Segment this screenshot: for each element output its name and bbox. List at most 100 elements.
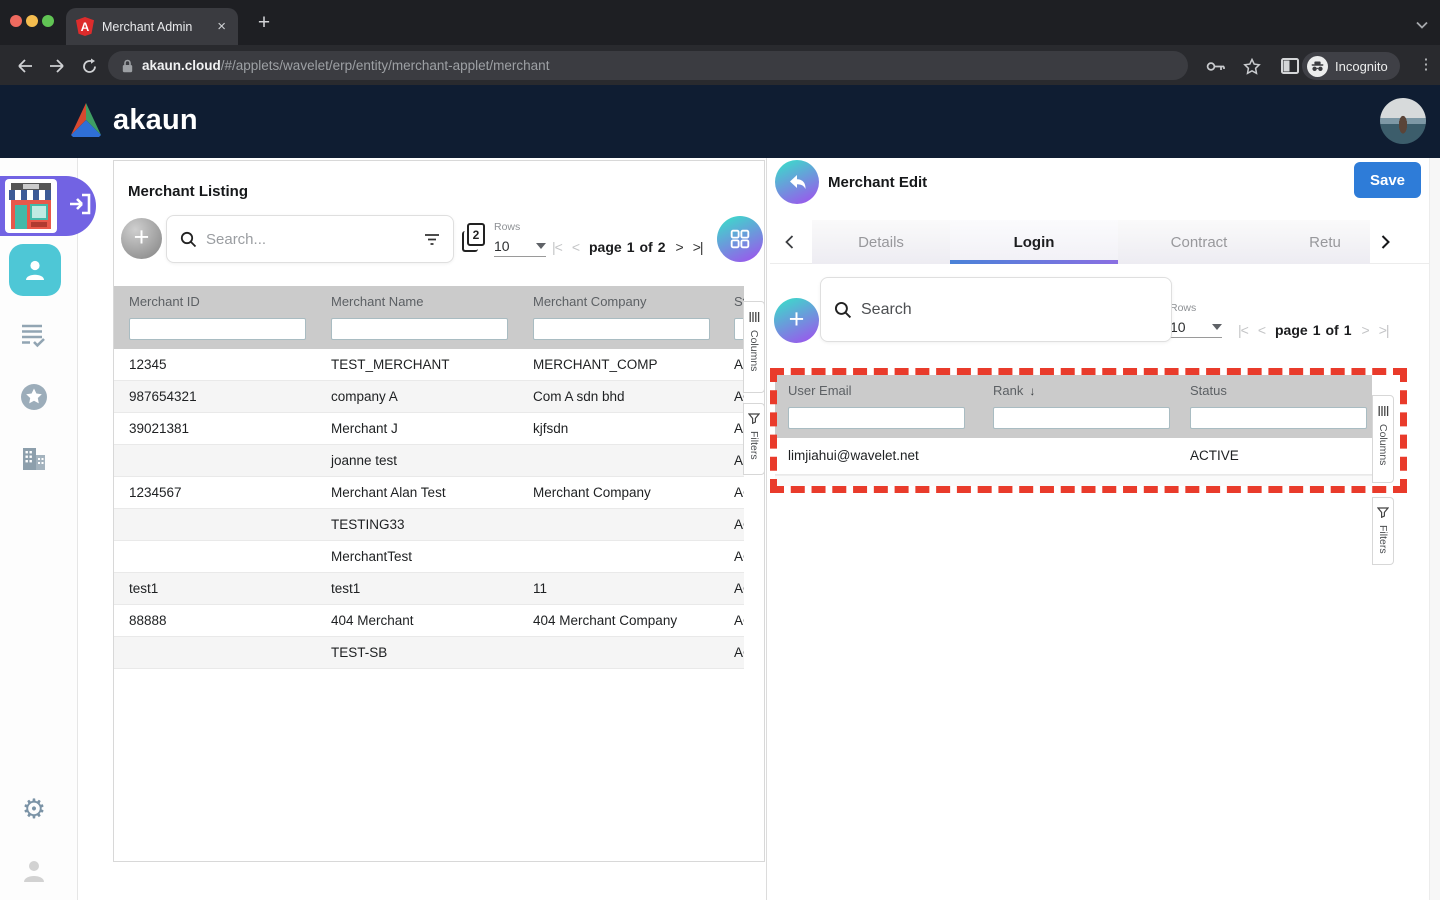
save-button[interactable]: Save: [1354, 162, 1421, 198]
gear-icon: ⚙: [22, 794, 46, 825]
login-table: User EmailRank↓Status limjiahui@wavelet.…: [775, 375, 1372, 486]
url-field[interactable]: akaun.cloud/#/applets/wavelet/erp/entity…: [108, 51, 1188, 80]
first-page-button[interactable]: |<: [552, 239, 562, 255]
table-cell: [518, 509, 719, 540]
rows-value[interactable]: 10: [494, 235, 546, 257]
filter-input-merchant-id[interactable]: [129, 318, 306, 340]
merchant-search-box[interactable]: Search...: [166, 215, 454, 263]
table-row[interactable]: 39021381Merchant JkjfsdnACTIVE: [114, 413, 744, 445]
forward-nav-icon[interactable]: [44, 53, 70, 79]
column-header-merchant-name[interactable]: Merchant Name: [316, 286, 518, 313]
sidebar-item-favorites[interactable]: [17, 380, 51, 414]
edit-tabs-row: DetailsLoginContractRetu: [770, 220, 1430, 264]
last-page-button[interactable]: >|: [693, 239, 703, 255]
columns-side-tab[interactable]: Columns: [743, 301, 765, 393]
filters-side-tab[interactable]: Filters: [1372, 497, 1394, 565]
filter-input-status[interactable]: [1190, 407, 1367, 429]
filter-input-user-email[interactable]: [788, 407, 965, 429]
tabs-scroll-left-icon[interactable]: [780, 233, 798, 251]
tab-title: Merchant Admin: [102, 20, 215, 34]
sidebar-item-merchant-applet[interactable]: [0, 176, 96, 236]
star-circle-icon: [19, 382, 49, 412]
rows-selector[interactable]: Rows 10: [1170, 302, 1222, 338]
rows-selector[interactable]: Rows 10: [494, 221, 546, 257]
tab-search-chevron-icon[interactable]: [1416, 16, 1428, 34]
add-merchant-button[interactable]: +: [121, 218, 162, 259]
table-row[interactable]: TEST-SBACTIVE: [114, 637, 744, 669]
page-scrollbar[interactable]: [1429, 158, 1440, 900]
table-cell: 12345: [114, 349, 316, 380]
sidebar-item-profile[interactable]: [17, 854, 51, 888]
next-page-button[interactable]: >: [1362, 322, 1369, 338]
table-row[interactable]: 1234567Merchant Alan TestMerchant Compan…: [114, 477, 744, 509]
table-row[interactable]: MerchantTestACTIVE: [114, 541, 744, 573]
sidebar-item-merchant[interactable]: [9, 244, 61, 296]
browser-menu-icon[interactable]: ⋮: [1418, 55, 1434, 73]
grid-view-button[interactable]: [717, 216, 763, 262]
table-row[interactable]: 987654321company ACom A sdn bhdACTIVE: [114, 381, 744, 413]
tabs-scroll-right-icon[interactable]: [1376, 233, 1394, 251]
table-row[interactable]: test1test111ACTIVE: [114, 573, 744, 605]
window-maximize-button[interactable]: [42, 15, 54, 27]
filter-input-rank[interactable]: [993, 407, 1170, 429]
sidebar-item-organization[interactable]: [17, 442, 51, 476]
bookmark-star-icon[interactable]: [1240, 54, 1264, 78]
table-row[interactable]: TESTING33ACTIVE: [114, 509, 744, 541]
back-button[interactable]: [775, 160, 819, 204]
filters-side-tab[interactable]: Filters: [743, 403, 765, 475]
table-cell: kjfsdn: [518, 413, 719, 444]
first-page-button[interactable]: |<: [1238, 322, 1248, 338]
filter-input-merchant-company[interactable]: [533, 318, 710, 340]
table-cell: 11: [518, 573, 719, 604]
login-search-box[interactable]: Search: [820, 277, 1172, 342]
browser-tab[interactable]: A Merchant Admin ×: [66, 8, 238, 45]
rows-value[interactable]: 10: [1170, 316, 1222, 338]
last-page-button[interactable]: >|: [1379, 322, 1389, 338]
stacked-pages-icon[interactable]: 2: [462, 223, 485, 252]
password-key-icon[interactable]: [1204, 54, 1228, 78]
chevron-down-icon: [1212, 324, 1222, 330]
table-cell: 88888: [114, 605, 316, 636]
reload-icon[interactable]: [76, 53, 102, 79]
window-minimize-button[interactable]: [26, 15, 38, 27]
merchant-listing-panel: Merchant Listing + Search... 2 Rows 10 |…: [113, 160, 765, 862]
table-row[interactable]: 12345TEST_MERCHANTMERCHANT_COMPACTIVE: [114, 349, 744, 381]
plus-icon: +: [789, 306, 805, 333]
table-row[interactable]: 88888404 Merchant404 Merchant CompanyACT…: [114, 605, 744, 637]
sidebar-item-tasks[interactable]: [17, 318, 51, 352]
filter-input-merchant-name[interactable]: [331, 318, 508, 340]
tab-details[interactable]: Details: [812, 220, 950, 264]
plus-icon: +: [134, 224, 150, 251]
window-close-button[interactable]: [10, 15, 22, 27]
next-page-button[interactable]: >: [676, 239, 683, 255]
akaun-triangle-icon: [66, 102, 106, 138]
tab-login[interactable]: Login: [950, 220, 1118, 264]
chevron-down-icon: [536, 243, 546, 249]
search-placeholder: Search...: [206, 231, 415, 248]
add-login-button[interactable]: +: [774, 298, 819, 343]
column-header-merchant-company[interactable]: Merchant Company: [518, 286, 719, 313]
filter-cell: [316, 313, 518, 349]
prev-page-button[interactable]: <: [1258, 322, 1265, 338]
prev-page-button[interactable]: <: [572, 239, 579, 255]
side-panel-icon[interactable]: [1278, 54, 1302, 78]
user-avatar[interactable]: [1380, 98, 1426, 144]
column-header-rank[interactable]: Rank↓: [980, 375, 1177, 402]
table-row[interactable]: limjiahui@wavelet.netACTIVE: [775, 438, 1372, 475]
tab-contract[interactable]: Contract: [1118, 220, 1280, 264]
table-cell: limjiahui@wavelet.net: [775, 438, 980, 474]
back-nav-icon[interactable]: [12, 53, 38, 79]
column-header-status[interactable]: Status: [719, 286, 744, 313]
filter-lines-icon[interactable]: [424, 233, 440, 245]
table-row[interactable]: joanne testACTIVE: [114, 445, 744, 477]
columns-side-tab[interactable]: Columns: [1372, 395, 1394, 483]
browser-toolbar: akaun.cloud/#/applets/wavelet/erp/entity…: [0, 45, 1440, 85]
tab-close-icon[interactable]: ×: [215, 18, 228, 35]
merchant-edit-panel: Merchant Edit Save DetailsLoginContractR…: [770, 158, 1440, 900]
column-header-status[interactable]: Status: [1177, 375, 1372, 402]
new-tab-button[interactable]: +: [250, 9, 278, 37]
column-header-merchant-id[interactable]: Merchant ID: [114, 286, 316, 313]
tab-retu[interactable]: Retu: [1280, 220, 1370, 264]
sidebar-item-settings[interactable]: ⚙: [17, 792, 51, 826]
column-header-user-email[interactable]: User Email: [775, 375, 980, 402]
